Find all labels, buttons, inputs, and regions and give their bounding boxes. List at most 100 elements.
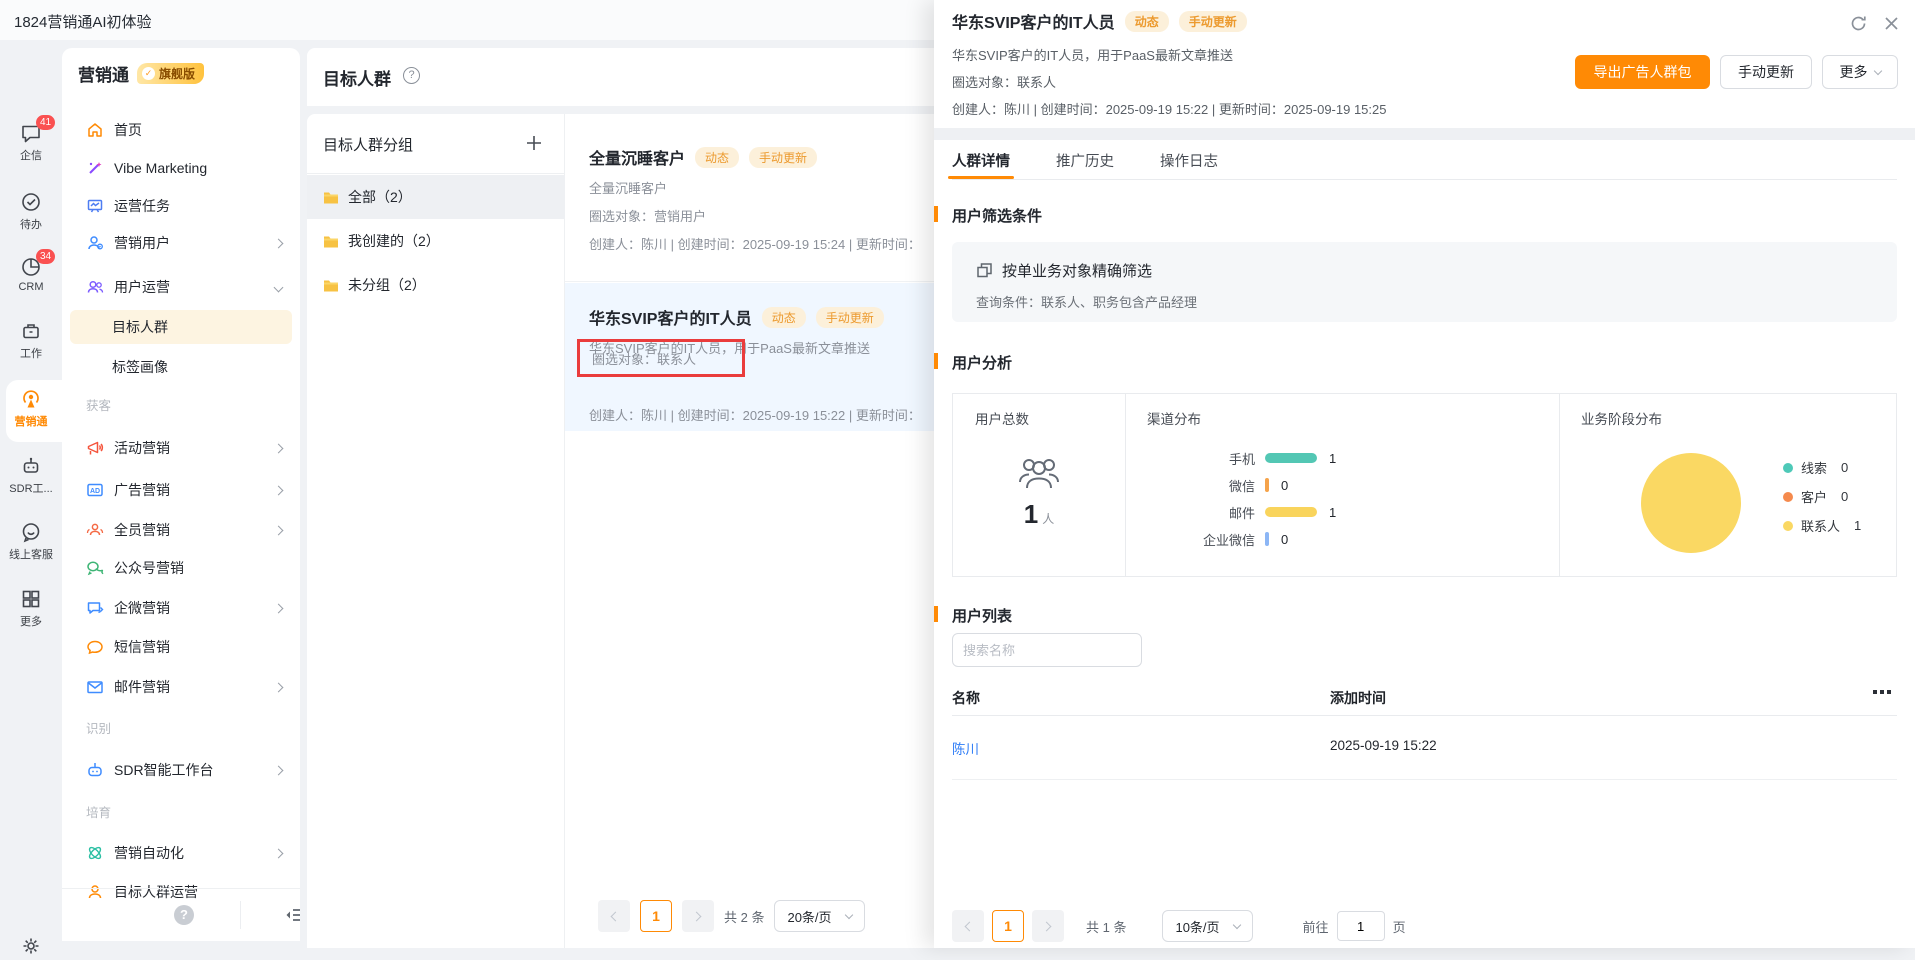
overlap-squares-icon [976, 262, 993, 279]
audience-card-svip-it[interactable]: 华东SVIP客户的IT人员动态手动更新 华东SVIP客户的IT人员，用于PaaS… [565, 283, 940, 431]
group-item-ungrouped[interactable]: 未分组（2） [307, 263, 565, 307]
tag-manual-update: 手动更新 [749, 147, 817, 168]
column-settings-icon[interactable] [1873, 690, 1891, 694]
task-board-icon [86, 197, 104, 215]
list-pagination: 1 共 2 条 20条/页 [598, 900, 938, 932]
vip-check-icon: ✓ [142, 67, 155, 80]
collapse-sidebar-icon[interactable] [284, 905, 300, 925]
chevron-right-icon [274, 682, 284, 692]
close-icon[interactable] [1882, 14, 1901, 33]
people-icon [1016, 452, 1062, 494]
drawer-meta: 创建人：陈川 | 创建时间：2025-09-19 15:22 | 更新时间：20… [952, 99, 1387, 118]
rail-item-online-service[interactable]: 线上客服 [0, 521, 62, 562]
sidebar-item-ad-marketing[interactable]: AD 广告营销 [70, 475, 292, 505]
user-name-link[interactable]: 陈川 [952, 738, 979, 758]
sidebar-item-marketing-automation[interactable]: 营销自动化 [70, 838, 292, 868]
group-item-all[interactable]: 全部（2） [307, 175, 565, 219]
check-circle-icon [20, 191, 42, 213]
rail-item-marketing[interactable]: 营销通 [0, 388, 62, 429]
tab-audience-detail[interactable]: 人群详情 [952, 140, 1010, 179]
chevron-right-icon [274, 238, 284, 248]
goto-label: 前往 [1303, 917, 1329, 936]
filter-condition: 查询条件：联系人、职务包含产品经理 [976, 292, 1197, 311]
manual-update-button[interactable]: 手动更新 [1720, 55, 1812, 89]
chevron-right-icon [274, 765, 284, 775]
filter-section-title: 用户筛选条件 [952, 205, 1042, 226]
channel-bar-row: 手机1 [1143, 450, 1563, 466]
divider-band [934, 128, 1915, 140]
page-size-select[interactable]: 20条/页 [774, 900, 864, 932]
help-question-icon[interactable]: ? [403, 67, 420, 84]
audience-card-sleeping-customers[interactable]: 全量沉睡客户动态手动更新 全量沉睡客户 圈选对象：营销用户 创建人：陈川 | 创… [565, 114, 940, 282]
next-page-button[interactable] [1032, 910, 1064, 942]
filter-card: 按单业务对象精确筛选 查询条件：联系人、职务包含产品经理 [952, 242, 1897, 322]
sidebar-item-sms-marketing[interactable]: 短信营销 [70, 632, 292, 662]
rail-item-more[interactable]: 更多 [0, 588, 62, 629]
total-users-block: 用户总数 1人 [953, 394, 1125, 576]
ad-icon: AD [86, 481, 104, 499]
sidebar-item-email-marketing[interactable]: 邮件营销 [70, 672, 292, 702]
broadcast-icon [20, 388, 42, 410]
refresh-icon[interactable] [1849, 14, 1868, 33]
audience-list: 全量沉睡客户动态手动更新 全量沉睡客户 圈选对象：营销用户 创建人：陈川 | 创… [565, 114, 940, 948]
group-panel-title: 目标人群分组 [323, 134, 413, 155]
chevron-right-icon [274, 443, 284, 453]
sidebar-item-wecom-marketing[interactable]: 企微营销 [70, 593, 292, 623]
section-marker [934, 353, 938, 369]
sidebar-item-tag-portrait[interactable]: 标签画像 [70, 352, 292, 382]
export-ad-audience-button[interactable]: 导出广告人群包 [1575, 55, 1710, 89]
total-users-value: 1 [1024, 499, 1038, 529]
robot-icon [20, 455, 42, 477]
tab-promotion-history[interactable]: 推广历史 [1056, 140, 1114, 179]
sidebar-item-operation-tasks[interactable]: 运营任务 [70, 191, 292, 221]
tab-operation-log[interactable]: 操作日志 [1160, 140, 1218, 179]
page-size-select[interactable]: 10条/页 [1162, 910, 1252, 942]
legend-item: 客户0 [1783, 487, 1848, 506]
smile-chat-icon [20, 521, 42, 543]
next-page-button[interactable] [682, 900, 714, 932]
total-users-label: 用户总数 [975, 408, 1029, 428]
rail-item-sdr[interactable]: SDR工... [0, 455, 62, 496]
sidebar-item-vibe-marketing[interactable]: Vibe Marketing [70, 153, 292, 183]
prev-page-button[interactable] [598, 900, 630, 932]
user-added-time: 2025-09-19 15:22 [1330, 738, 1437, 753]
search-input[interactable] [952, 633, 1142, 667]
sidebar-item-target-audience[interactable]: 目标人群 [70, 310, 292, 344]
sms-bubble-icon [86, 638, 104, 656]
channel-bar-row: 微信0 [1143, 477, 1563, 493]
sidebar-item-sdr-workbench[interactable]: SDR智能工作台 [70, 755, 292, 785]
prev-page-button[interactable] [952, 910, 984, 942]
channel-bar-row: 邮件1 [1143, 504, 1563, 520]
sidebar-item-official-account-marketing[interactable]: 公众号营销 [70, 553, 292, 583]
group-item-created-by-me[interactable]: 我创建的（2） [307, 219, 565, 263]
rail-item-todo[interactable]: 待办 [0, 191, 62, 232]
drawer-tabs: 人群详情 推广历史 操作日志 [952, 140, 1897, 180]
chevron-down-icon [274, 282, 284, 292]
nav-section-identify: 识别 [86, 718, 111, 737]
current-page[interactable]: 1 [992, 910, 1024, 942]
sidebar-item-user-operation[interactable]: 用户运营 [70, 272, 292, 302]
audience-title: 华东SVIP客户的IT人员 [589, 311, 752, 328]
sidebar-item-home[interactable]: 首页 [70, 115, 292, 145]
nav-section-acquisition: 获客 [86, 395, 111, 414]
current-page[interactable]: 1 [640, 900, 672, 932]
megaphone-icon [86, 439, 104, 457]
folder-icon [323, 191, 339, 204]
more-button[interactable]: 更多 [1822, 55, 1898, 89]
analysis-section-title: 用户分析 [952, 352, 1012, 373]
goto-page-input[interactable] [1337, 911, 1385, 941]
rail-item-work[interactable]: 工作 [0, 320, 62, 361]
add-group-icon[interactable] [523, 132, 545, 154]
help-icon[interactable]: ? [174, 905, 194, 925]
caret-down-icon [844, 910, 852, 918]
group-panel: 目标人群分组 全部（2） 我创建的（2） 未分组（2） [307, 114, 565, 948]
sidebar-item-marketing-users[interactable]: 营销用户 [70, 228, 292, 258]
column-name: 名称 [952, 688, 980, 708]
divider [240, 901, 241, 929]
rail-item-qixin[interactable]: 企信 41 [0, 122, 62, 163]
chevron-right-icon [274, 848, 284, 858]
tag-dynamic: 动态 [762, 307, 806, 328]
sidebar-item-event-marketing[interactable]: 活动营销 [70, 433, 292, 463]
sidebar-item-all-staff-marketing[interactable]: 全员营销 [70, 515, 292, 545]
rail-item-crm[interactable]: CRM 34 [0, 256, 62, 293]
